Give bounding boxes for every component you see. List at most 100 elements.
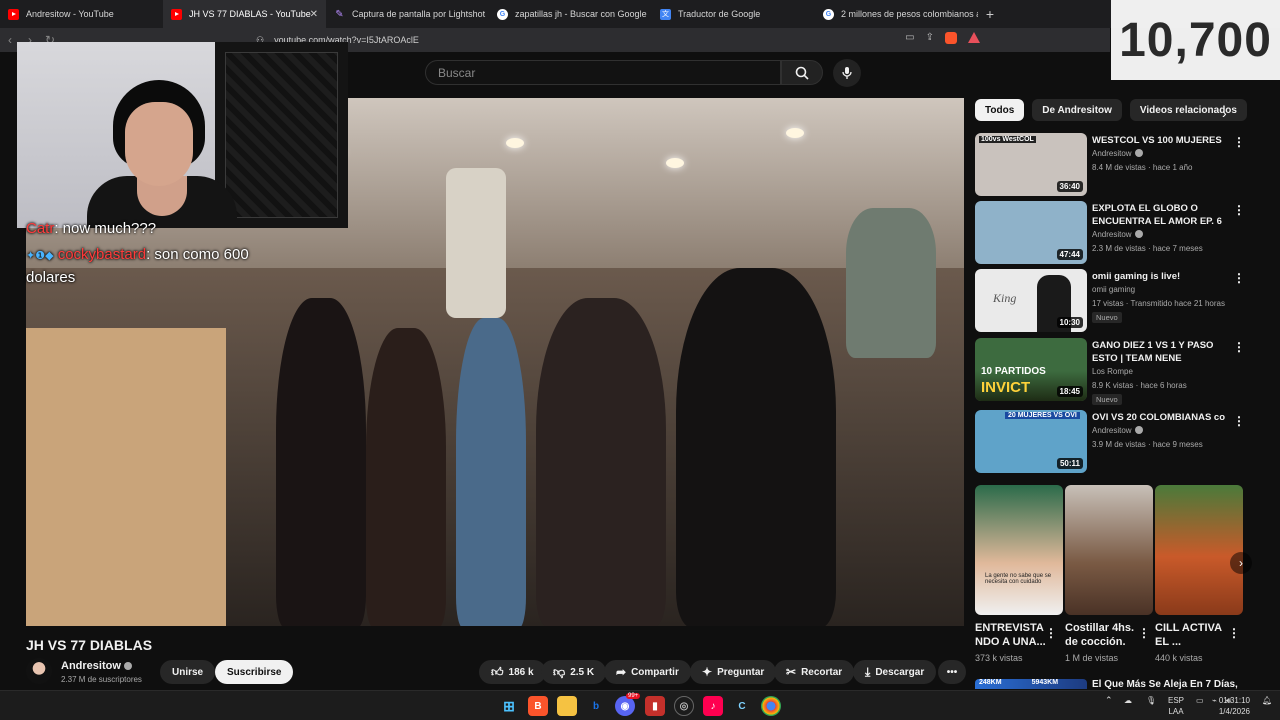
- channel-name[interactable]: Andresitow: [1092, 426, 1143, 435]
- capcut-icon[interactable]: C: [732, 696, 752, 716]
- more-options-icon[interactable]: ⋮: [1045, 626, 1057, 640]
- bing-icon[interactable]: b: [586, 696, 606, 716]
- obs-icon[interactable]: ◎: [674, 696, 694, 716]
- microphone-icon[interactable]: 🎙︎: [1146, 695, 1156, 706]
- join-button[interactable]: Unirse: [160, 660, 216, 684]
- discord-icon[interactable]: ◉: [615, 696, 635, 716]
- search-button[interactable]: [781, 60, 823, 85]
- like-button[interactable]: 👍︎ 186 k: [479, 660, 546, 684]
- video-meta: 2.3 M de vistas · hace 7 meses: [1092, 244, 1203, 253]
- cloud-icon[interactable]: ☁: [1124, 695, 1132, 706]
- tab-title: Captura de pantalla por Lightshot: [352, 9, 486, 19]
- tab-currency[interactable]: G 2 millones de pesos colombianos a p: [815, 0, 978, 28]
- video-title[interactable]: EXPLOTA EL GLOBO O ENCUENTRA EL AMOR EP.…: [1092, 202, 1230, 228]
- language-indicator[interactable]: ESP LAA: [1168, 695, 1184, 717]
- chrome-icon[interactable]: [761, 696, 781, 716]
- voice-search-button[interactable]: [833, 59, 861, 87]
- tab-andresitow[interactable]: Andresitow - YouTube: [0, 0, 163, 28]
- streamer-webcam: [17, 42, 348, 228]
- video-title[interactable]: OVI VS 20 COLOMBIANAS co: [1092, 411, 1230, 424]
- more-options-icon[interactable]: ⋮: [1233, 340, 1245, 354]
- short-thumbnail[interactable]: La gente no sabe que se necesita con cui…: [975, 485, 1063, 615]
- short-thumbnail[interactable]: [1155, 485, 1243, 615]
- system-clock[interactable]: 01:31:10 1/4/2026: [1219, 695, 1250, 717]
- channel-name[interactable]: omii gaming: [1092, 285, 1135, 294]
- channel-name[interactable]: Andresitow: [1092, 149, 1143, 158]
- video-thumbnail[interactable]: King 10:30: [975, 269, 1087, 332]
- channel-name[interactable]: Andresitow: [61, 660, 132, 672]
- network-icon[interactable]: ⌁: [1212, 695, 1217, 706]
- video-title[interactable]: GANO DIEZ 1 VS 1 Y PASO ESTO | TEAM NENE: [1092, 339, 1230, 365]
- brave-browser-icon[interactable]: B: [528, 696, 548, 716]
- chat-username: cockybastard: [57, 246, 147, 263]
- chip-related[interactable]: Videos relacionados: [1129, 99, 1247, 121]
- video-thumbnail[interactable]: 47:44: [975, 201, 1087, 264]
- more-options-icon[interactable]: ⋮: [1233, 203, 1245, 217]
- ask-button[interactable]: ✦ Preguntar: [690, 660, 777, 684]
- recorder-icon[interactable]: ▮: [645, 696, 665, 716]
- avatar[interactable]: [26, 658, 52, 684]
- related-video[interactable]: 100vs WestCOL 36:40 WESTCOL VS 100 MUJER…: [975, 133, 1265, 197]
- channel-name[interactable]: Andresitow: [1092, 230, 1143, 239]
- more-options-icon[interactable]: ⋮: [1138, 626, 1150, 640]
- notifications-icon[interactable]: 🔔︎: [1262, 695, 1272, 706]
- more-options-icon[interactable]: ⋮: [1233, 271, 1245, 285]
- new-badge: Nuevo: [1092, 312, 1122, 323]
- chevron-right-icon[interactable]: ›: [1230, 552, 1252, 574]
- tab-lightshot[interactable]: ✎ Captura de pantalla por Lightshot: [326, 0, 489, 28]
- related-video[interactable]: 10 PARTIDOS INVICT 18:45 GANO DIEZ 1 VS …: [975, 338, 1265, 405]
- share-icon[interactable]: ⇪: [926, 32, 934, 44]
- short-title[interactable]: Costillar 4hs. de cocción.: [1065, 621, 1137, 649]
- video-thumbnail[interactable]: 248KM 5943KM: [975, 679, 1087, 689]
- tab-current-video[interactable]: JH VS 77 DIABLAS - YouTube ✕: [163, 0, 326, 28]
- tab-google-search[interactable]: G zapatillas jh - Buscar con Google: [489, 0, 652, 28]
- channel-name-text: Andresitow: [1092, 149, 1132, 158]
- dislike-count: 2.5 K: [570, 666, 595, 678]
- clock-time: 01:31:10: [1218, 696, 1250, 705]
- brave-shield-icon[interactable]: [945, 32, 957, 44]
- chevron-right-icon[interactable]: ›: [1222, 105, 1227, 121]
- more-options-icon[interactable]: ⋮: [1228, 626, 1240, 640]
- verified-icon: [123, 662, 132, 670]
- related-video[interactable]: 47:44 EXPLOTA EL GLOBO O ENCUENTRA EL AM…: [975, 201, 1265, 265]
- close-icon[interactable]: ✕: [310, 9, 318, 20]
- video-title[interactable]: El Que Más Se Aleja En 7 Días,: [1092, 679, 1238, 690]
- search-input[interactable]: Buscar: [425, 60, 781, 85]
- video-thumbnail[interactable]: 20 MUJERES VS OVI 50:11: [975, 410, 1087, 473]
- file-explorer-icon[interactable]: [557, 696, 577, 716]
- video-thumbnail[interactable]: 10 PARTIDOS INVICT 18:45: [975, 338, 1087, 401]
- video-frame-poster: [446, 168, 506, 318]
- subscribe-button[interactable]: Suscribirse: [215, 660, 294, 684]
- video-thumbnail[interactable]: 100vs WestCOL 36:40: [975, 133, 1087, 196]
- short-title[interactable]: CILL ACTIVA EL ...: [1155, 621, 1227, 649]
- related-video[interactable]: 20 MUJERES VS OVI 50:11 OVI VS 20 COLOMB…: [975, 410, 1265, 474]
- windows-start-icon[interactable]: ⊞: [499, 696, 519, 716]
- video-title[interactable]: WESTCOL VS 100 MUJERES: [1092, 134, 1230, 147]
- thumbnail-label: 5943KM: [1031, 679, 1059, 686]
- url-field[interactable]: ⚇ youtube.com/watch?v=I5JtAROAclE: [256, 30, 976, 50]
- short-title[interactable]: ENTREVISTA NDO A UNA...: [975, 621, 1047, 649]
- chevron-up-icon[interactable]: ⌃: [1105, 695, 1113, 706]
- thumbs-down-icon: 👎︎: [553, 664, 566, 679]
- chip-from-channel[interactable]: De Andresitow: [1032, 99, 1122, 121]
- dislike-button[interactable]: 👎︎ 2.5 K: [541, 660, 607, 684]
- related-video[interactable]: King 10:30 omii gaming is live! omii gam…: [975, 269, 1265, 333]
- share-button[interactable]: ➦ Compartir: [604, 660, 691, 684]
- download-button[interactable]: ⤓ Descargar: [853, 660, 937, 684]
- tiktok-icon[interactable]: ♪: [703, 696, 723, 716]
- video-duration: 36:40: [1056, 181, 1083, 192]
- more-options-icon[interactable]: ⋮: [1233, 135, 1245, 149]
- brave-rewards-icon[interactable]: [968, 32, 980, 43]
- monitor-icon[interactable]: ▭: [1196, 695, 1204, 706]
- lightshot-icon: ✎: [335, 8, 344, 20]
- channel-name[interactable]: Los Rompe: [1092, 367, 1133, 376]
- tab-translate[interactable]: 文 Traductor de Google: [652, 0, 815, 28]
- more-options-icon[interactable]: ⋮: [1233, 414, 1245, 428]
- clip-button[interactable]: ✂ Recortar: [774, 660, 855, 684]
- short-thumbnail[interactable]: [1065, 485, 1153, 615]
- cast-icon[interactable]: ▭: [905, 32, 914, 44]
- video-title[interactable]: omii gaming is live!: [1092, 270, 1230, 283]
- more-actions-button[interactable]: •••: [938, 660, 966, 684]
- new-tab-button[interactable]: +: [978, 6, 1002, 22]
- chip-all[interactable]: Todos: [975, 99, 1025, 121]
